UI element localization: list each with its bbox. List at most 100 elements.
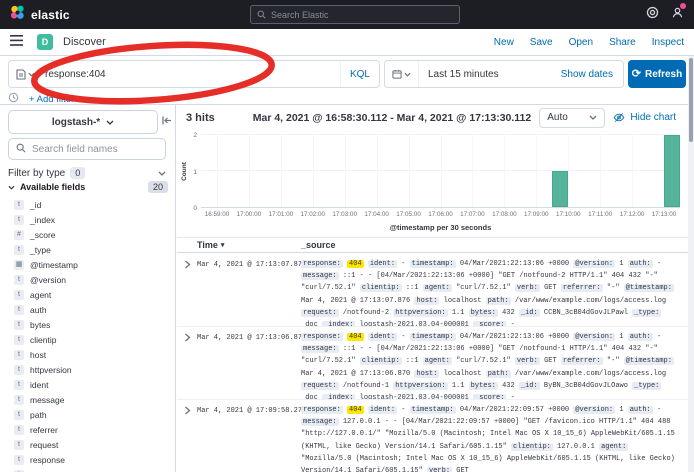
source-field-label[interactable]: _type:	[632, 309, 661, 317]
available-fields-header[interactable]: Available fields 20	[8, 179, 168, 195]
source-field-label[interactable]: path:	[486, 297, 511, 305]
histogram-bar[interactable]	[664, 135, 680, 207]
source-field-label[interactable]: _id:	[519, 309, 540, 317]
new-button[interactable]: New	[494, 37, 514, 48]
field-item-@version[interactable]: t@version	[0, 272, 175, 287]
kql-toggle[interactable]: KQL	[340, 61, 379, 87]
global-search-input[interactable]: Search Elastic	[250, 5, 460, 24]
field-item-response[interactable]: tresponse	[0, 452, 175, 467]
source-field-label[interactable]: host:	[414, 370, 439, 378]
source-field-label[interactable]: ident:	[368, 406, 397, 414]
source-field-label[interactable]: clientip:	[360, 284, 402, 292]
breadcrumb[interactable]: Discover	[63, 36, 106, 48]
source-field-label[interactable]: response:	[301, 406, 343, 414]
source-field-label[interactable]: ident:	[368, 260, 397, 268]
source-field-label[interactable]: @version:	[573, 260, 615, 268]
source-field-label[interactable]: @timestamp:	[624, 284, 674, 292]
collapse-sidebar-icon[interactable]	[162, 112, 172, 130]
inspect-button[interactable]: Inspect	[652, 37, 684, 48]
source-field-label[interactable]: auth:	[628, 260, 653, 268]
source-field-label[interactable]: _type:	[632, 382, 661, 390]
query-input[interactable]: response:404 KQL	[8, 60, 380, 88]
field-item-httpversion[interactable]: thttpversion	[0, 362, 175, 377]
index-pattern-select[interactable]: logstash-*	[8, 110, 158, 134]
source-field-label[interactable]: message:	[301, 272, 339, 280]
field-item-_id[interactable]: t_id	[0, 197, 175, 212]
open-button[interactable]: Open	[569, 37, 593, 48]
field-item-agent[interactable]: tagent	[0, 287, 175, 302]
source-field-label[interactable]: httpversion:	[393, 309, 447, 317]
source-field-label[interactable]: auth:	[628, 406, 653, 414]
source-field-label[interactable]: agent:	[423, 357, 452, 365]
field-item-request[interactable]: trequest	[0, 437, 175, 452]
field-item-message[interactable]: tmessage	[0, 392, 175, 407]
field-item-_index[interactable]: t_index	[0, 212, 175, 227]
source-field-label[interactable]: message:	[301, 418, 339, 426]
source-field-label[interactable]: timestamp:	[410, 260, 456, 268]
help-icon[interactable]	[646, 6, 659, 24]
source-field-label[interactable]: timestamp:	[410, 406, 456, 414]
source-field-label[interactable]: @timestamp:	[624, 357, 674, 365]
menu-hamburger-icon[interactable]	[10, 33, 23, 51]
source-field-label[interactable]: path:	[486, 370, 511, 378]
source-field-label[interactable]: response:	[301, 260, 343, 268]
source-field-label[interactable]: @version:	[573, 333, 615, 341]
source-field-label[interactable]: timestamp:	[410, 333, 456, 341]
source-field-label[interactable]: bytes:	[469, 382, 498, 390]
source-field-label[interactable]: ident:	[368, 333, 397, 341]
elastic-brand[interactable]: elastic	[10, 5, 70, 25]
interval-select[interactable]: Auto	[539, 108, 605, 128]
expand-row-icon[interactable]	[177, 327, 197, 399]
field-item-timestamp[interactable]: ttimestamp	[0, 467, 175, 472]
source-field-label[interactable]: httpversion:	[393, 382, 447, 390]
time-column-header[interactable]: Time ▾	[197, 240, 301, 250]
field-item-clientip[interactable]: tclientip	[0, 332, 175, 347]
user-menu-icon[interactable]	[671, 6, 684, 24]
source-field-label[interactable]: bytes:	[469, 309, 498, 317]
source-field-label[interactable]: verb:	[427, 467, 452, 472]
source-field-label[interactable]: verb:	[515, 357, 540, 365]
field-item-referrer[interactable]: treferrer	[0, 422, 175, 437]
source-field-label[interactable]: request:	[301, 382, 339, 390]
source-field-label[interactable]: response:	[301, 333, 343, 341]
field-item-_score[interactable]: #_score	[0, 227, 175, 242]
add-filter-button[interactable]: + Add filter	[29, 94, 74, 105]
source-field-label[interactable]: verb:	[515, 284, 540, 292]
source-field-label[interactable]: clientip:	[511, 443, 553, 451]
share-button[interactable]: Share	[609, 37, 636, 48]
histogram-bar[interactable]	[552, 171, 568, 207]
expand-row-icon[interactable]	[177, 400, 197, 472]
refresh-button[interactable]: ⟳ Refresh	[628, 60, 686, 88]
scrollbar-thumb[interactable]	[689, 58, 693, 142]
field-item-@timestamp[interactable]: ▦@timestamp	[0, 257, 175, 272]
source-field-label[interactable]: clientip:	[360, 357, 402, 365]
chart-vgridline	[536, 135, 537, 207]
source-field-label[interactable]: request:	[301, 309, 339, 317]
source-field-label[interactable]: @version:	[573, 406, 615, 414]
hide-chart-button[interactable]: Hide chart	[613, 112, 676, 123]
source-field-label[interactable]: referrer:	[561, 357, 603, 365]
field-item-bytes[interactable]: tbytes	[0, 317, 175, 332]
field-search-input[interactable]: Search field names	[8, 138, 166, 160]
field-item-auth[interactable]: tauth	[0, 302, 175, 317]
source-field-label[interactable]: agent:	[599, 443, 628, 451]
chart-plot[interactable]	[201, 135, 680, 208]
source-field-label[interactable]: host:	[414, 297, 439, 305]
field-item-path[interactable]: tpath	[0, 407, 175, 422]
calendar-icon[interactable]	[385, 61, 419, 87]
source-field-label[interactable]: referrer:	[561, 284, 603, 292]
time-range-value[interactable]: Last 15 minutes	[419, 69, 561, 80]
source-field-label[interactable]: auth:	[628, 333, 653, 341]
field-item-_type[interactable]: t_type	[0, 242, 175, 257]
source-field-label[interactable]: message:	[301, 345, 339, 353]
saved-queries-icon[interactable]	[9, 69, 41, 80]
vertical-scrollbar[interactable]	[688, 56, 694, 472]
show-dates-button[interactable]: Show dates	[561, 69, 623, 80]
field-item-host[interactable]: thost	[0, 347, 175, 362]
query-text[interactable]: response:404	[41, 69, 340, 80]
source-field-label[interactable]: agent:	[423, 284, 452, 292]
save-button[interactable]: Save	[530, 37, 553, 48]
field-item-ident[interactable]: tident	[0, 377, 175, 392]
source-field-label[interactable]: _id:	[519, 382, 540, 390]
expand-row-icon[interactable]	[177, 254, 197, 326]
